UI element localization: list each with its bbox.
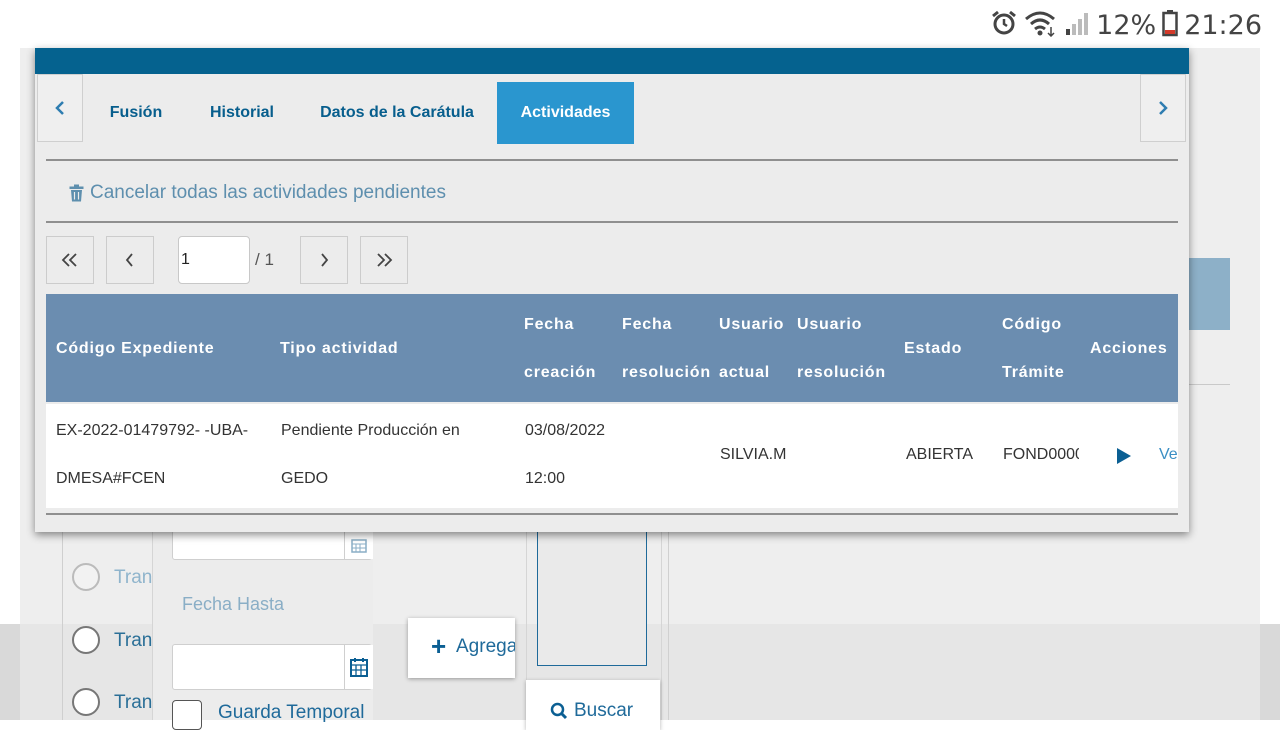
alarm-icon <box>990 9 1018 42</box>
header-tipo-actividad[interactable]: Tipo actividad <box>280 325 398 373</box>
cell-usuario-actual: SILVIA.M <box>720 446 787 463</box>
search-icon <box>550 702 568 725</box>
radio-label-2: Tran <box>114 630 153 651</box>
header-fecha-creacion-1[interactable]: Fecha <box>524 301 574 349</box>
tab-fusion[interactable]: Fusión <box>93 82 179 144</box>
cell-estado: ABIERTA <box>906 446 973 463</box>
header-acciones[interactable]: Acciones <box>1090 325 1168 373</box>
background-divider <box>1188 384 1230 385</box>
cancel-all-button[interactable]: Cancelar todas las actividades pendiente… <box>69 182 446 204</box>
tabs-prev-button[interactable] <box>37 74 83 142</box>
header-usuario-actual-1[interactable]: Usuario <box>719 301 784 349</box>
cell-codigo-tramite: FOND0000 <box>1003 446 1079 463</box>
header-codigo-expediente[interactable]: Código Expediente <box>56 325 215 373</box>
background-button[interactable] <box>1188 258 1230 330</box>
first-page-button[interactable] <box>46 236 94 284</box>
cell-codigo-expediente-1: EX-2022-01479792- -UBA- <box>56 422 249 439</box>
clock: 21:26 <box>1184 9 1262 41</box>
calendar-icon[interactable] <box>344 530 373 559</box>
page-total: / 1 <box>255 250 274 269</box>
header-usuario-actual-2[interactable]: actual <box>719 349 770 397</box>
fecha-desde-input[interactable] <box>172 530 372 560</box>
radio-option-3[interactable] <box>72 688 100 716</box>
wifi-icon <box>1024 9 1058 42</box>
chevron-right-icon <box>321 253 329 267</box>
guarda-temporal-checkbox[interactable] <box>172 700 202 730</box>
radio-option-2[interactable] <box>72 626 100 654</box>
tabs-next-button[interactable] <box>1140 74 1186 142</box>
radio-label-3: Tran <box>114 692 153 713</box>
modal-header-bar <box>35 48 1189 74</box>
next-page-button[interactable] <box>300 236 348 284</box>
chevron-left-icon <box>55 101 64 115</box>
header-fecha-resolucion-2[interactable]: resolución <box>622 349 711 397</box>
cell-fecha-creacion-2: 12:00 <box>525 470 566 487</box>
selection-listbox[interactable] <box>537 530 647 666</box>
plus-icon: + <box>431 631 447 661</box>
radio-option-1[interactable] <box>72 563 100 591</box>
double-chevron-right-icon <box>377 253 393 267</box>
fecha-hasta-label: Fecha Hasta <box>182 594 285 614</box>
header-usuario-resolucion-1[interactable]: Usuario <box>797 301 862 349</box>
cell-tipo-actividad-2: GEDO <box>281 470 329 487</box>
buscar-label: Buscar <box>574 700 634 721</box>
prev-page-button[interactable] <box>106 236 154 284</box>
last-page-button[interactable] <box>360 236 408 284</box>
cell-fecha-creacion-1: 03/08/2022 <box>525 422 606 439</box>
agregar-label: Agrega <box>456 636 515 657</box>
cell-tipo-actividad-1: Pendiente Producción en <box>281 422 460 439</box>
chevron-left-icon <box>125 253 133 267</box>
header-codigo-tramite-2[interactable]: Trámite <box>1002 349 1065 397</box>
buscar-button[interactable]: Buscar <box>526 680 660 730</box>
header-fecha-resolucion-1[interactable]: Fecha <box>622 301 672 349</box>
header-estado[interactable]: Estado <box>904 325 962 373</box>
tab-actividades[interactable]: Actividades <box>497 82 634 144</box>
status-icons: 12% 21:26 <box>990 8 1262 42</box>
calendar-icon[interactable] <box>344 645 373 689</box>
agregar-button[interactable]: + Agrega <box>408 618 515 678</box>
actividades-modal: Fusión Historial Datos de la Carátula Ac… <box>35 48 1189 532</box>
chevron-right-icon <box>1159 101 1168 115</box>
page-number-input[interactable] <box>178 236 250 284</box>
trash-icon <box>69 184 84 202</box>
guarda-temporal-label: Guarda Temporal <box>218 702 365 723</box>
tabs-divider <box>46 159 1178 161</box>
battery-icon <box>1162 9 1178 42</box>
header-codigo-tramite-1[interactable]: Código <box>1002 301 1062 349</box>
tab-historial[interactable]: Historial <box>195 82 289 144</box>
radio-label-1: Tran <box>114 567 153 588</box>
cancel-all-label: Cancelar todas las actividades pendiente… <box>90 182 446 203</box>
signal-icon <box>1064 9 1090 42</box>
fecha-hasta-input[interactable] <box>172 644 372 690</box>
play-icon[interactable] <box>1116 447 1132 470</box>
form-divider <box>668 530 669 720</box>
double-chevron-left-icon <box>61 253 77 267</box>
header-usuario-resolucion-2[interactable]: resolución <box>797 349 886 397</box>
table-row[interactable]: EX-2022-01479792- -UBA- DMESA#FCEN Pendi… <box>46 404 1178 508</box>
header-fecha-creacion-2[interactable]: creación <box>524 349 596 397</box>
battery-percent: 12% <box>1096 9 1157 41</box>
cell-codigo-expediente-2: DMESA#FCEN <box>56 470 166 487</box>
toolbar-divider <box>46 221 1178 223</box>
activities-table-header: Código Expediente Tipo actividad Fecha c… <box>46 294 1178 402</box>
tab-datos-caratula[interactable]: Datos de la Carátula <box>307 82 487 144</box>
ver-link[interactable]: Ve <box>1159 431 1178 479</box>
status-bar: 12% 21:26 <box>0 0 1280 48</box>
table-bottom-divider <box>46 513 1178 515</box>
